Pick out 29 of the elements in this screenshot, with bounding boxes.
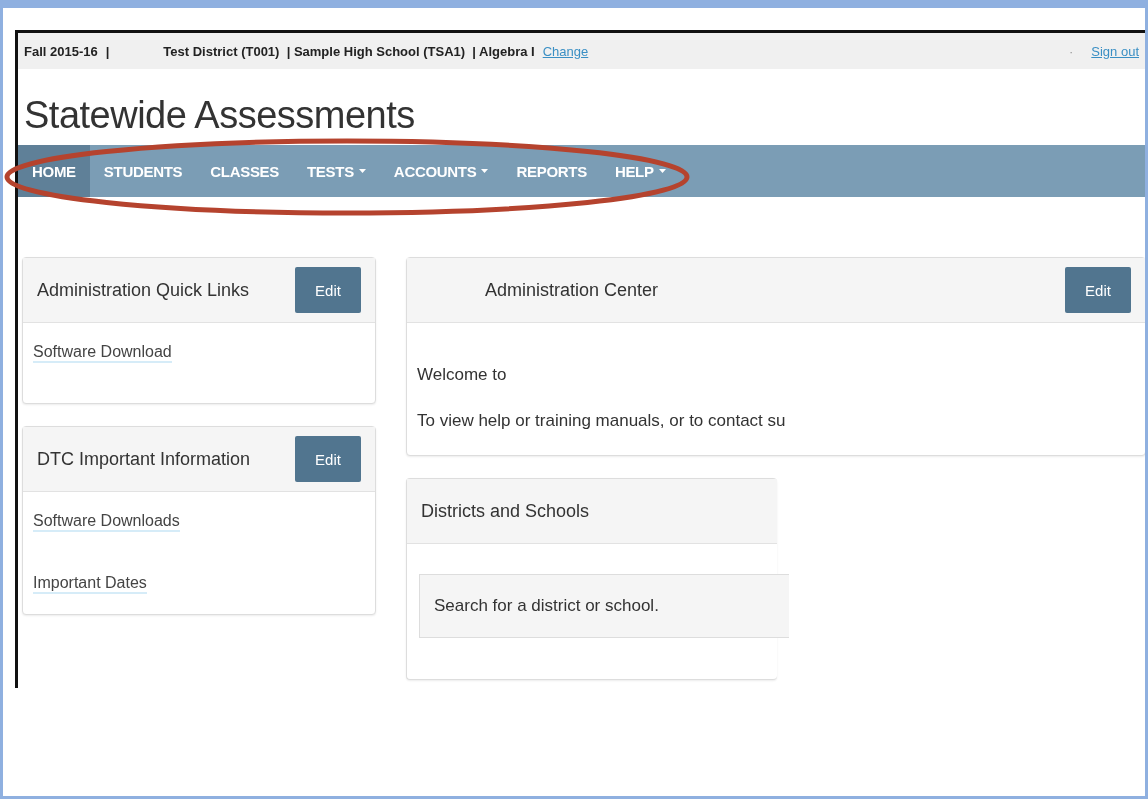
sign-out-link[interactable]: Sign out xyxy=(1091,43,1139,59)
nav-tab[interactable]: CLASSES xyxy=(196,145,293,197)
caret-icon xyxy=(658,169,666,173)
context-label: Test District (T001) | Sample High School (TSA1) | Algebra I xyxy=(163,43,535,59)
edit-button[interactable]: Edit xyxy=(295,436,361,482)
separator: | xyxy=(105,43,110,59)
welcome-text: To view help or training manuals, or to contact su xyxy=(417,411,787,431)
panel-title: DTC Important Information xyxy=(37,448,251,470)
nav-tab[interactable]: STUDENTS xyxy=(89,145,197,197)
page-title: Statewide Assessments xyxy=(24,93,416,138)
nav-tab[interactable]: TESTS xyxy=(293,145,380,197)
search-field[interactable]: Search for a district or school. xyxy=(419,574,789,638)
separator-dot: · xyxy=(1068,43,1074,59)
caret-icon xyxy=(481,169,489,173)
panel-title: Administration Quick Links xyxy=(37,279,250,301)
term-label: Fall 2015-16 xyxy=(24,43,98,59)
caret-icon xyxy=(358,169,366,173)
nav-tab[interactable]: HELP xyxy=(600,145,680,197)
panel-title: Administration Center xyxy=(484,279,659,301)
panel-link[interactable]: Software Downloads xyxy=(33,512,180,532)
nav-tab[interactable]: ACCOUNTS xyxy=(379,145,503,197)
nav-tab[interactable]: REPORTS xyxy=(502,145,601,197)
edit-button[interactable]: Edit xyxy=(295,267,361,313)
panel-title: Districts and Schools xyxy=(421,500,590,522)
panel-link[interactable]: Important Dates xyxy=(33,574,147,594)
edit-button[interactable]: Edit xyxy=(1065,267,1131,313)
welcome-text: Welcome to xyxy=(417,365,508,385)
panel-link[interactable]: Software Download xyxy=(33,343,172,363)
change-link[interactable]: Change xyxy=(542,43,589,59)
